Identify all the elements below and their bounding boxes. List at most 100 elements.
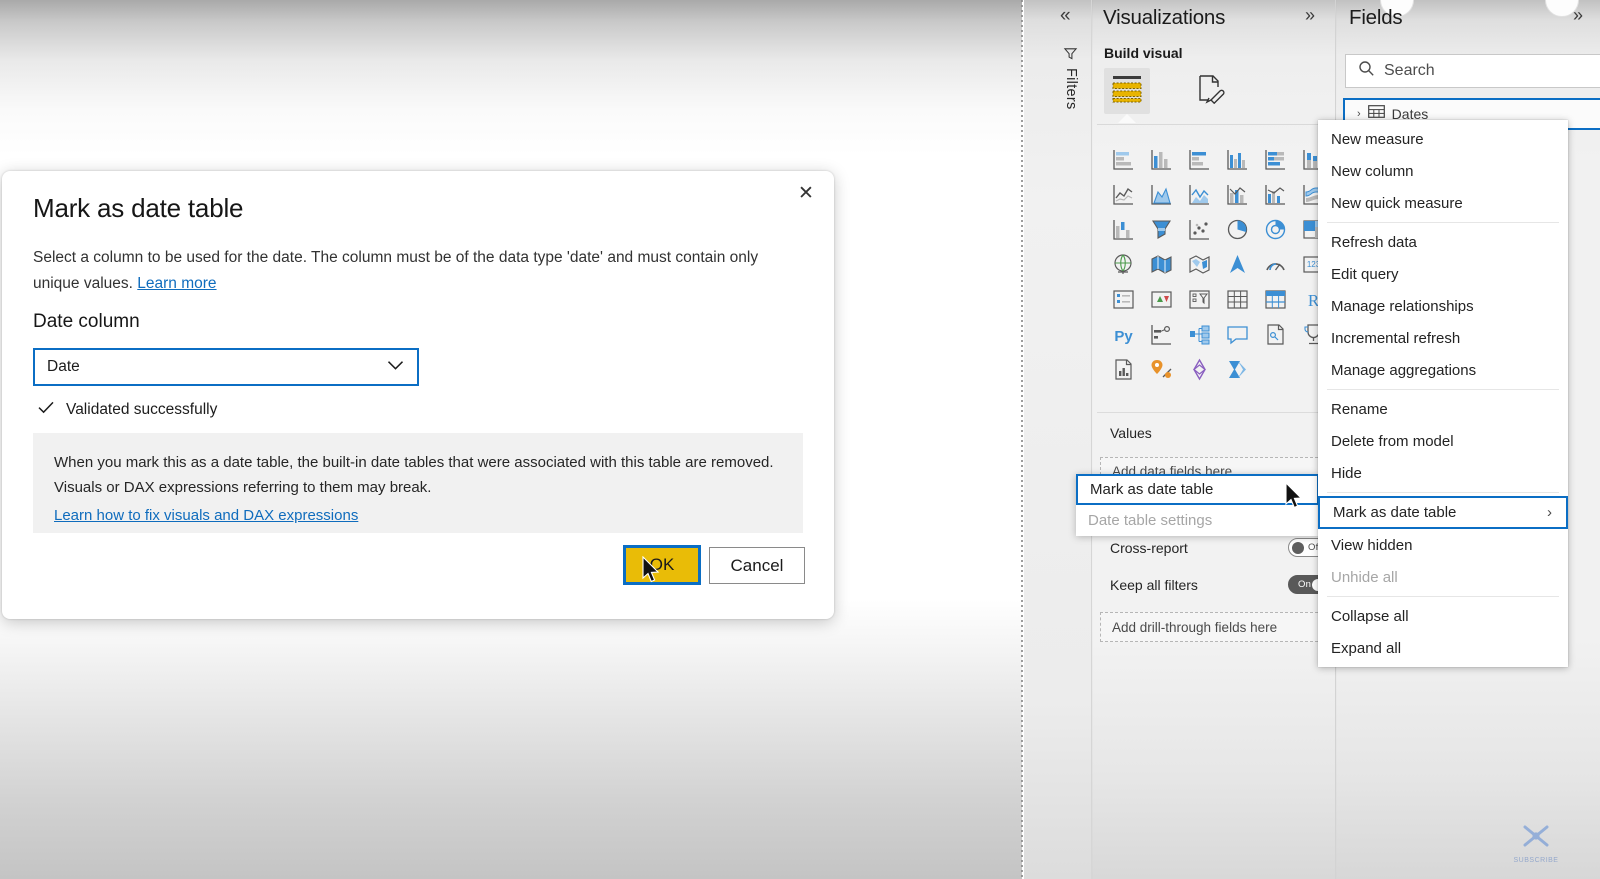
search-input[interactable]: Search xyxy=(1345,54,1600,88)
build-visual-tab[interactable] xyxy=(1104,68,1150,123)
azure-map-icon[interactable] xyxy=(1218,247,1256,282)
context-menu-item[interactable]: Expand all xyxy=(1318,632,1568,664)
subscribe-ribbon-icon xyxy=(1519,824,1553,855)
decomposition-tree-icon[interactable] xyxy=(1142,317,1180,352)
dialog-warning-note: When you mark this as a date table, the … xyxy=(33,433,803,533)
keep-all-filters-toggle-state: On xyxy=(1298,579,1312,590)
chevrons-right-icon[interactable]: » xyxy=(1573,6,1583,24)
scatter-chart-icon[interactable] xyxy=(1180,212,1218,247)
context-menu-item[interactable]: Incremental refresh xyxy=(1318,322,1568,354)
area-chart-icon[interactable] xyxy=(1142,177,1180,212)
context-menu-item-label: Manage aggregations xyxy=(1331,361,1477,379)
stacked-area-chart-icon[interactable] xyxy=(1180,177,1218,212)
context-menu-item[interactable]: New measure xyxy=(1318,123,1568,155)
gauge-icon[interactable] xyxy=(1256,247,1294,282)
context-menu-item: Unhide all xyxy=(1318,561,1568,593)
context-menu-item-label: Mark as date table xyxy=(1333,504,1457,521)
context-menu-item-label: Hide xyxy=(1331,464,1362,482)
toggle-knob xyxy=(1292,541,1304,554)
context-menu-item-label: Rename xyxy=(1331,400,1388,418)
matrix-icon[interactable] xyxy=(1256,282,1294,317)
clustered-column-chart-icon[interactable] xyxy=(1218,142,1256,177)
line-stacked-column-chart-icon[interactable] xyxy=(1218,177,1256,212)
slicer-icon[interactable] xyxy=(1180,282,1218,317)
line-chart-icon[interactable] xyxy=(1104,177,1142,212)
multi-row-card-icon[interactable] xyxy=(1104,282,1142,317)
context-menu-item-label: Incremental refresh xyxy=(1331,329,1461,347)
date-table-flyout-menu[interactable]: Mark as date table Date table settings xyxy=(1076,474,1319,536)
context-menu-item[interactable]: New quick measure xyxy=(1318,187,1568,219)
context-menu-item-label: Refresh data xyxy=(1331,233,1417,251)
context-menu-item-label: Manage relationships xyxy=(1331,297,1474,315)
keep-all-filters-label: Keep all filters xyxy=(1110,577,1198,593)
cancel-button[interactable]: Cancel xyxy=(709,547,805,584)
validation-status: Validated successfully xyxy=(38,401,217,419)
build-visual-tabs xyxy=(1104,68,1334,124)
close-icon[interactable]: ✕ xyxy=(790,177,822,209)
context-menu-item[interactable]: Collapse all xyxy=(1318,600,1568,632)
power-apps-icon[interactable] xyxy=(1142,352,1180,387)
context-menu-item[interactable]: Rename xyxy=(1318,393,1568,425)
power-automate-icon[interactable] xyxy=(1180,352,1218,387)
table-fields-icon xyxy=(1110,74,1144,109)
pie-chart-icon[interactable] xyxy=(1218,212,1256,247)
chevrons-left-icon[interactable]: « xyxy=(1060,6,1071,25)
stacked-column-chart-icon[interactable] xyxy=(1142,142,1180,177)
filter-icon xyxy=(1063,46,1078,64)
context-menu-item[interactable]: Hide xyxy=(1318,457,1568,489)
chevrons-right-icon[interactable]: » xyxy=(1305,6,1315,24)
map-icon[interactable] xyxy=(1104,247,1142,282)
q-and-a-icon[interactable] xyxy=(1218,317,1256,352)
context-menu-item-label: New measure xyxy=(1331,130,1424,148)
smart-narrative-icon[interactable] xyxy=(1256,317,1294,352)
more-options-icon[interactable] xyxy=(1218,352,1256,387)
fields-context-menu[interactable]: New measure New column New quick measure Re… xyxy=(1318,120,1568,667)
context-menu-item[interactable]: Mark as date table › xyxy=(1318,496,1568,529)
fields-pane-title: Fields xyxy=(1349,6,1403,29)
context-menu-item[interactable]: Edit query xyxy=(1318,258,1568,290)
donut-chart-icon[interactable] xyxy=(1256,212,1294,247)
build-tabs-separator xyxy=(1097,124,1333,125)
waterfall-chart-icon[interactable] xyxy=(1104,212,1142,247)
line-clustered-column-chart-icon[interactable] xyxy=(1256,177,1294,212)
mark-as-date-table-dialog: ✕ Mark as date table Select a column to … xyxy=(2,171,834,619)
100-stacked-bar-chart-icon[interactable] xyxy=(1256,142,1294,177)
context-menu-item[interactable]: Manage aggregations xyxy=(1318,354,1568,386)
paintbrush-page-icon xyxy=(1195,74,1227,109)
context-menu-item[interactable]: Refresh data xyxy=(1318,226,1568,258)
drillthrough-well-dropzone[interactable]: Add drill-through fields here xyxy=(1100,612,1328,642)
table-icon[interactable] xyxy=(1218,282,1256,317)
stacked-bar-chart-icon[interactable] xyxy=(1104,142,1142,177)
build-visual-label: Build visual xyxy=(1104,45,1183,61)
arcgis-map-icon[interactable] xyxy=(1104,352,1142,387)
fix-visuals-dax-link[interactable]: Learn how to fix visuals and DAX express… xyxy=(54,507,358,524)
search-icon xyxy=(1358,60,1375,82)
canvas-pane-divider xyxy=(1021,0,1023,879)
kpi-icon[interactable] xyxy=(1142,282,1180,317)
key-influencers-icon[interactable] xyxy=(1180,317,1218,352)
context-menu-item[interactable]: Manage relationships xyxy=(1318,290,1568,322)
context-menu-item[interactable]: New column xyxy=(1318,155,1568,187)
filters-pane-strip[interactable] xyxy=(1024,0,1092,879)
context-menu-item-label: New column xyxy=(1331,162,1414,180)
format-visual-tab[interactable] xyxy=(1188,68,1234,114)
flyout-menu-item[interactable]: Mark as date table xyxy=(1076,474,1319,505)
filters-pane-label: Filters xyxy=(1063,68,1079,110)
date-column-select[interactable]: Date xyxy=(33,348,419,386)
filled-map-icon[interactable] xyxy=(1142,247,1180,282)
wells-separator xyxy=(1097,412,1333,413)
context-menu-item[interactable]: Delete from model xyxy=(1318,425,1568,457)
visual-type-gallery[interactable]: 123 R Py xyxy=(1104,142,1328,387)
context-menu-separator xyxy=(1327,222,1559,223)
funnel-chart-icon[interactable] xyxy=(1142,212,1180,247)
shape-map-icon[interactable] xyxy=(1180,247,1218,282)
py-visual-icon[interactable]: Py xyxy=(1104,317,1142,352)
learn-more-link[interactable]: Learn more xyxy=(137,275,216,292)
context-menu-separator xyxy=(1327,389,1559,390)
context-menu-item[interactable]: View hidden xyxy=(1318,529,1568,561)
chevron-right-icon[interactable]: › xyxy=(1357,108,1361,120)
warning-line-1: When you mark this as a date table, the … xyxy=(54,454,774,471)
ok-button[interactable]: OK xyxy=(623,545,701,585)
clustered-bar-chart-icon[interactable] xyxy=(1180,142,1218,177)
context-menu-item-label: Delete from model xyxy=(1331,432,1454,450)
